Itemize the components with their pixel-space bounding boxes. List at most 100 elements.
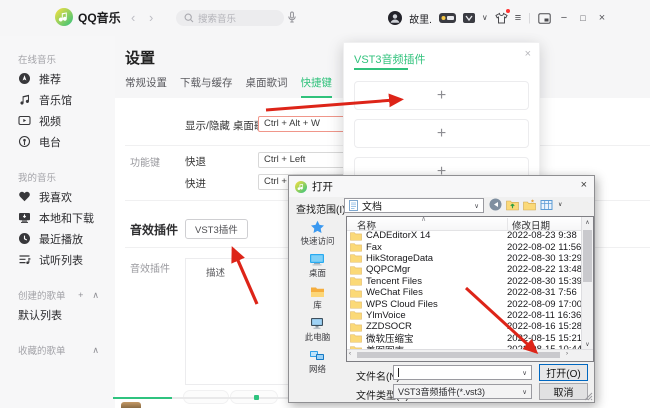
view-menu-icon[interactable]: [540, 199, 554, 211]
sidebar-item-video[interactable]: 视频: [18, 110, 115, 131]
up-one-level-icon[interactable]: [506, 199, 519, 211]
playlist-icon: [18, 253, 31, 266]
music-note-icon: [18, 93, 31, 106]
new-folder-icon[interactable]: [523, 199, 536, 211]
file-row[interactable]: WPS Cloud Files 2022-08-09 17:00: [347, 298, 582, 309]
tab-shortcuts[interactable]: 快捷键: [301, 75, 333, 98]
computer-icon: [309, 317, 325, 330]
chevron-down-icon[interactable]: ∨: [482, 14, 488, 22]
tab-general[interactable]: 常规设置: [125, 75, 167, 98]
place-libraries[interactable]: 库: [310, 285, 325, 311]
tab-desktop-lyrics[interactable]: 桌面歌词: [246, 75, 288, 98]
tab-download-cache[interactable]: 下载与缓存: [180, 75, 233, 98]
maximize-button[interactable]: □: [577, 13, 589, 23]
nav-back-icon[interactable]: ‹: [131, 10, 135, 25]
hotkey-input-rewind[interactable]: Ctrl + Left: [258, 152, 349, 168]
file-row[interactable]: QQPCMgr 2022-08-22 13:48: [347, 264, 582, 275]
resize-grip[interactable]: [584, 392, 593, 401]
collapse-icon[interactable]: ∧: [92, 345, 99, 356]
main-menu-icon[interactable]: ≡: [515, 13, 521, 24]
mini-player-icon[interactable]: [538, 13, 551, 24]
search-icon: [184, 13, 194, 23]
scroll-right-icon[interactable]: ›: [566, 351, 568, 357]
dropdown-arrow-icon[interactable]: ∨: [558, 201, 562, 208]
file-type-dropdown[interactable]: VST3音频插件(*.vst3) ∨: [393, 384, 532, 399]
username[interactable]: 故里.: [409, 11, 432, 26]
file-name-input[interactable]: ∨: [393, 365, 532, 380]
file-list: 名称 ∧ 修改日期 CADEditorX 14 2022-08-23 9:38 …: [346, 216, 594, 362]
dialog-titlebar[interactable]: 打开: [289, 176, 594, 197]
cancel-button[interactable]: 取消: [539, 383, 588, 400]
open-button[interactable]: 打开(O): [539, 364, 588, 381]
folder-icon: [350, 333, 362, 343]
file-row[interactable]: HikStorageData 2022-08-30 13:29: [347, 253, 582, 264]
dialog-toolbar: ∨: [489, 198, 562, 211]
sidebar-item-recent[interactable]: 最近播放: [18, 228, 115, 249]
add-plugin-slot[interactable]: +: [354, 119, 529, 148]
folder-icon: [350, 310, 362, 320]
sidebar-item-listen-list[interactable]: 试听列表: [18, 249, 115, 270]
place-quick-access[interactable]: 快速访问: [300, 220, 334, 247]
plus-icon: +: [437, 87, 446, 105]
place-desktop[interactable]: 桌面: [309, 253, 326, 279]
file-row[interactable]: YlmVoice 2022-08-11 16:36: [347, 310, 582, 321]
scrollbar-thumb[interactable]: [357, 352, 560, 358]
collapse-icon[interactable]: ∧: [92, 290, 99, 301]
sidebar: 在线音乐 推荐 音乐馆 视频 电台 我的音乐 我喜欢: [0, 36, 115, 408]
vst3-plugin-panel: VST3音频插件 × + + +: [343, 42, 540, 194]
scroll-up-icon[interactable]: ∧: [582, 219, 593, 226]
hotkey-label-rewind: 快退: [185, 154, 206, 169]
scroll-left-icon[interactable]: ‹: [349, 351, 351, 357]
vertical-scrollbar[interactable]: ∧ ∨: [581, 217, 593, 350]
sidebar-item-music-hall[interactable]: 音乐馆: [18, 89, 115, 110]
horizontal-scrollbar[interactable]: ‹ ›: [347, 349, 593, 361]
scroll-down-icon[interactable]: ∨: [582, 341, 593, 348]
file-row[interactable]: CADEditorX 14 2022-08-23 9:38: [347, 230, 582, 241]
player-album-art[interactable]: [121, 402, 141, 408]
sidebar-item-recommend[interactable]: 推荐: [18, 68, 115, 89]
vip-level-badge-icon[interactable]: [439, 13, 456, 23]
minimize-button[interactable]: −: [558, 12, 570, 24]
vip-badge-icon[interactable]: [463, 13, 475, 23]
hotkey-label-forward: 快进: [185, 176, 206, 191]
vst3-plugin-button[interactable]: VST3插件: [185, 219, 248, 239]
app-logo: QQ音乐: [55, 8, 121, 26]
topbar-right-cluster: 故里. ∨ ≡ | − □ ×: [388, 0, 608, 36]
nav-forward-icon[interactable]: ›: [149, 10, 153, 25]
open-file-dialog: 打开 × 查找范围(I): 文档 ∨ ∨: [288, 175, 595, 403]
text-cursor: [398, 368, 399, 377]
place-network[interactable]: 网络: [309, 349, 326, 375]
place-this-pc[interactable]: 此电脑: [305, 317, 331, 343]
add-playlist-icon[interactable]: +: [78, 290, 83, 301]
player-progress-handle[interactable]: [254, 395, 259, 400]
sidebar-item-favorites[interactable]: 我喜欢: [18, 186, 115, 207]
sidebar-item-local-downloads[interactable]: 本地和下载: [18, 207, 115, 228]
file-row[interactable]: Tencent Files 2022-08-30 15:39: [347, 276, 582, 287]
sidebar-header-created-playlists: 创建的歌单 + ∧: [18, 286, 115, 304]
look-in-dropdown[interactable]: 文档 ∨: [344, 198, 484, 213]
file-date: 2022-08-09 17:00: [507, 299, 582, 310]
scrollbar-thumb[interactable]: [583, 230, 592, 282]
sidebar-item-default-playlist[interactable]: 默认列表: [18, 304, 115, 325]
sidebar-item-radio[interactable]: 电台: [18, 131, 115, 152]
file-date: 2022-08-22 13:48: [507, 264, 582, 275]
file-date: 2022-08-23 9:38: [507, 230, 577, 241]
avatar[interactable]: [388, 11, 402, 25]
sort-ascending-icon[interactable]: ∧: [421, 215, 426, 223]
file-row[interactable]: WeChat Files 2022-08-31 7:56: [347, 287, 582, 298]
close-icon[interactable]: ×: [525, 48, 531, 60]
add-plugin-slot[interactable]: +: [354, 81, 529, 110]
page-title: 设置: [125, 47, 155, 68]
go-back-icon[interactable]: [489, 198, 502, 211]
look-in-value: 文档: [362, 198, 382, 213]
search-input[interactable]: 搜索音乐: [176, 10, 284, 26]
close-button[interactable]: ×: [596, 12, 608, 24]
file-date: 2022-08-11 16:36: [507, 310, 581, 321]
video-icon: [18, 114, 31, 127]
file-row[interactable]: Fax 2022-08-02 11:56: [347, 241, 582, 252]
dialog-close-button[interactable]: ×: [581, 179, 587, 191]
monitor-download-icon: [18, 211, 31, 224]
hotkey-input-desktop-lyrics[interactable]: Ctrl + Alt + W: [258, 116, 349, 132]
voice-search-icon[interactable]: [286, 11, 298, 24]
theme-skin-icon[interactable]: [495, 12, 508, 24]
